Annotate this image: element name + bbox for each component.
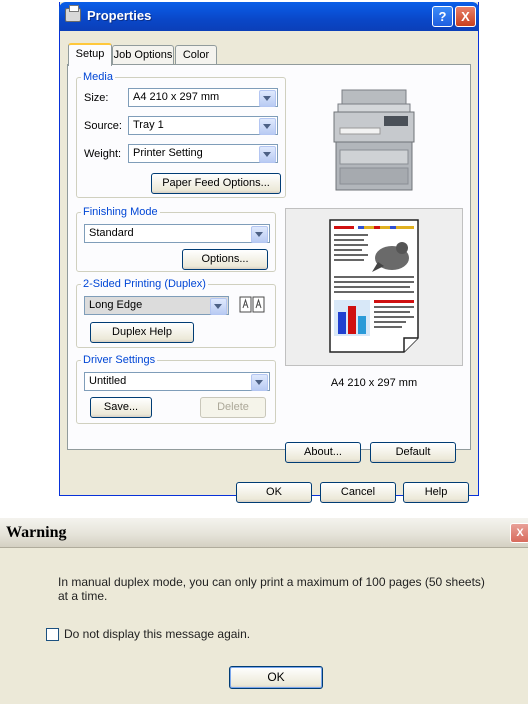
preview-caption: A4 210 x 297 mm	[330, 377, 418, 389]
default-button[interactable]: Default	[370, 442, 456, 463]
page-preview-thumbnail	[329, 219, 419, 353]
help-button[interactable]: Help	[403, 482, 469, 503]
finishing-options-button[interactable]: Options...	[182, 249, 268, 270]
close-title-button[interactable]: X	[455, 6, 476, 27]
duplex-value: Long Edge	[89, 299, 143, 311]
tab-color[interactable]: Color	[175, 45, 217, 65]
chevron-down-icon[interactable]	[259, 90, 276, 107]
tab-job-options[interactable]: Job Options	[112, 45, 174, 65]
duplex-legend: 2-Sided Printing (Duplex)	[81, 278, 208, 290]
delete-button[interactable]: Delete	[200, 397, 266, 418]
ok-button[interactable]: OK	[236, 482, 312, 503]
finishing-mode-value: Standard	[89, 227, 134, 239]
source-value: Tray 1	[133, 119, 164, 131]
warning-ok-button[interactable]: OK	[229, 666, 323, 689]
help-title-button[interactable]: ?	[432, 6, 453, 27]
do-not-display-label[interactable]: Do not display this message again.	[64, 627, 250, 641]
source-label: Source:	[84, 120, 122, 132]
driver-settings-select[interactable]: Untitled	[84, 372, 270, 391]
weight-select[interactable]: Printer Setting	[128, 144, 278, 163]
properties-title: Properties	[87, 8, 152, 23]
weight-label: Weight:	[84, 148, 122, 160]
warning-message-line1: In manual duplex mode, you can only prin…	[58, 575, 485, 589]
size-label: Size:	[84, 92, 109, 104]
cancel-button[interactable]: Cancel	[320, 482, 396, 503]
size-value: A4 210 x 297 mm	[133, 91, 220, 103]
save-button[interactable]: Save...	[90, 397, 152, 418]
weight-value: Printer Setting	[133, 147, 203, 159]
driver-settings-value: Untitled	[89, 375, 127, 387]
chevron-down-icon[interactable]	[210, 298, 227, 315]
chevron-down-icon[interactable]	[259, 118, 276, 135]
paper-feed-options-button[interactable]: Paper Feed Options...	[151, 173, 281, 194]
warning-titlebar[interactable]	[0, 518, 528, 548]
tab-setup[interactable]: Setup	[68, 43, 112, 66]
duplex-select[interactable]: Long Edge	[84, 296, 229, 315]
finishing-mode-legend: Finishing Mode	[81, 206, 160, 218]
driver-settings-legend: Driver Settings	[81, 354, 158, 366]
warning-close-button[interactable]: X	[510, 523, 528, 543]
finishing-mode-select[interactable]: Standard	[84, 224, 270, 243]
chevron-down-icon[interactable]	[251, 226, 268, 243]
source-select[interactable]: Tray 1	[128, 116, 278, 135]
warning-message-line2: at a time.	[58, 589, 108, 603]
printer-app-icon	[65, 5, 81, 22]
about-button[interactable]: About...	[285, 442, 361, 463]
warning-title: Warning	[6, 524, 67, 541]
printer-image	[333, 89, 415, 191]
media-legend: Media	[81, 71, 115, 83]
size-select[interactable]: A4 210 x 297 mm	[128, 88, 278, 107]
warning-message: In manual duplex mode, you can only prin…	[58, 575, 518, 603]
chevron-down-icon[interactable]	[259, 146, 276, 163]
chevron-down-icon[interactable]	[251, 374, 268, 391]
duplex-help-button[interactable]: Duplex Help	[90, 322, 194, 343]
duplex-book-icon	[239, 296, 265, 313]
do-not-display-checkbox[interactable]	[46, 628, 59, 641]
